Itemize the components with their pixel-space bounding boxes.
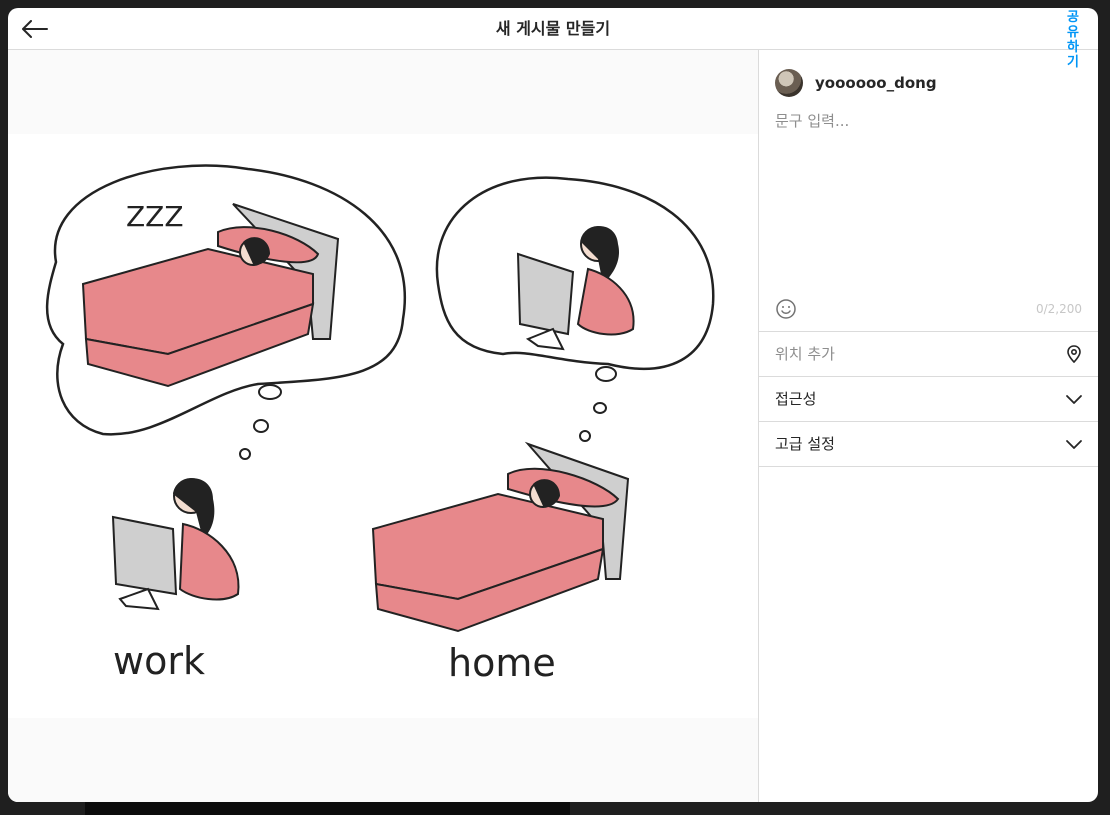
- post-image-area: ZZZ work home: [8, 50, 758, 802]
- accessibility-row[interactable]: 접근성: [759, 376, 1098, 421]
- girl-computer-work: [111, 478, 240, 611]
- emoji-icon: [776, 299, 796, 319]
- modal-header: 새 게시물 만들기 공유하기: [8, 8, 1098, 70]
- advanced-settings-label: 고급 설정: [775, 435, 835, 453]
- username: yoooooo_dong: [815, 74, 937, 92]
- accessibility-label: 접근성: [775, 390, 817, 408]
- create-post-modal: 새 게시물 만들기 공유하기 ZZZ work home yoooooo_don…: [8, 8, 1098, 802]
- post-image: ZZZ work home: [8, 134, 758, 718]
- chevron-down-icon: [1066, 440, 1082, 449]
- user-row: yoooooo_dong: [775, 68, 937, 98]
- emoji-button[interactable]: [775, 298, 797, 320]
- sleep-text: ZZZ: [126, 200, 184, 233]
- page-title: 새 게시물 만들기: [495, 19, 611, 38]
- char-count: 0/2,200: [1035, 302, 1082, 316]
- backdrop: [85, 800, 570, 815]
- bed-home: [371, 441, 630, 633]
- chevron-down-icon: [1066, 395, 1082, 404]
- caption-home: home: [448, 641, 556, 685]
- avatar: [775, 69, 803, 97]
- side-panel: yoooooo_dong 0/2,200 위치 추가 접근성: [758, 50, 1098, 802]
- caption-input[interactable]: [775, 110, 1083, 270]
- caption-work: work: [113, 639, 205, 683]
- add-location-label: 위치 추가: [775, 345, 835, 363]
- advanced-settings-row[interactable]: 고급 설정: [759, 421, 1098, 467]
- location-pin-icon: [1067, 345, 1081, 364]
- add-location-row[interactable]: 위치 추가: [759, 331, 1098, 376]
